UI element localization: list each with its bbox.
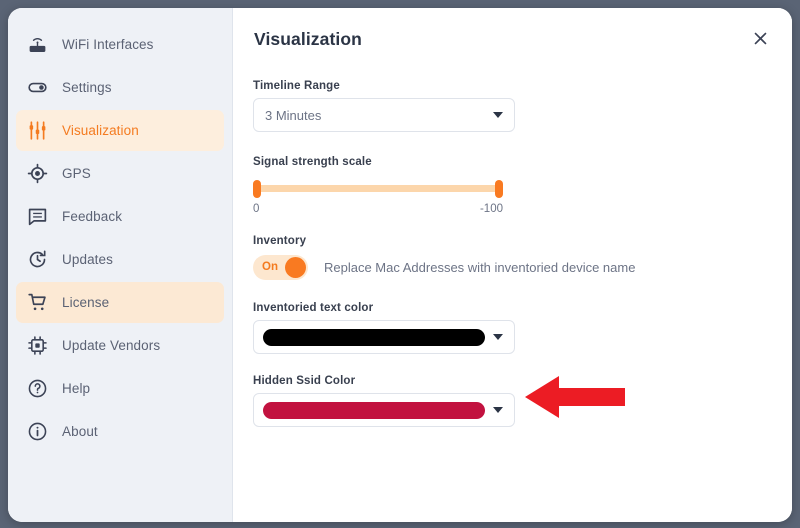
- info-circle-icon: [26, 421, 48, 443]
- color-swatch: [263, 402, 485, 419]
- sidebar-item-label: License: [62, 295, 109, 310]
- inventory-toggle-state: On: [262, 255, 278, 280]
- sidebar-item-license[interactable]: License: [16, 282, 224, 323]
- sidebar-item-wifi-interfaces[interactable]: WiFi Interfaces: [16, 24, 224, 65]
- sidebar-item-label: Visualization: [62, 123, 139, 138]
- timeline-range-group: Timeline Range 3 Minutes: [253, 80, 772, 132]
- sidebar-item-gps[interactable]: GPS: [16, 153, 224, 194]
- inventory-toggle[interactable]: On: [253, 255, 308, 280]
- app-window: WiFi Interfaces Settings: [8, 8, 792, 522]
- sidebar-item-label: Update Vendors: [62, 338, 160, 353]
- slider-handle-max[interactable]: [495, 180, 503, 198]
- sidebar-item-about[interactable]: About: [16, 411, 224, 452]
- router-icon: [26, 34, 48, 56]
- toggle-knob: [285, 257, 306, 278]
- sidebar-item-updates[interactable]: Updates: [16, 239, 224, 280]
- hidden-ssid-color-group: Hidden Ssid Color: [253, 375, 772, 427]
- slider-min-label: 0: [253, 203, 259, 215]
- sidebar-item-feedback[interactable]: Feedback: [16, 196, 224, 237]
- sidebar-item-label: GPS: [62, 166, 91, 181]
- slider-track: [257, 185, 499, 192]
- sidebar-item-update-vendors[interactable]: Update Vendors: [16, 325, 224, 366]
- crosshair-icon: [26, 163, 48, 185]
- signal-strength-label: Signal strength scale: [253, 156, 772, 168]
- sidebar-item-label: Feedback: [62, 209, 122, 224]
- sidebar-item-label: Settings: [62, 80, 112, 95]
- chevron-down-icon: [493, 334, 503, 340]
- color-swatch: [263, 329, 485, 346]
- signal-strength-slider[interactable]: [253, 176, 503, 200]
- timeline-range-select[interactable]: 3 Minutes: [253, 98, 515, 132]
- sidebar-item-label: WiFi Interfaces: [62, 37, 154, 52]
- inventoried-text-color-select[interactable]: [253, 320, 515, 354]
- sliders-icon: [26, 120, 48, 142]
- chevron-down-icon: [493, 407, 503, 413]
- chip-icon: [26, 335, 48, 357]
- toggle-switch-icon: [26, 77, 48, 99]
- inventoried-text-color-label: Inventoried text color: [253, 302, 772, 314]
- inventory-description: Replace Mac Addresses with inventoried d…: [324, 260, 635, 275]
- hidden-ssid-color-label: Hidden Ssid Color: [253, 375, 772, 387]
- sidebar-item-label: About: [62, 424, 98, 439]
- timeline-range-label: Timeline Range: [253, 80, 772, 92]
- sidebar-item-label: Help: [62, 381, 90, 396]
- shopping-cart-icon: [26, 292, 48, 314]
- inventoried-text-color-group: Inventoried text color: [253, 302, 772, 354]
- slider-max-label: -100: [480, 203, 503, 215]
- question-circle-icon: [26, 378, 48, 400]
- page-title: Visualization: [254, 29, 772, 50]
- content-panel: Visualization Timeline Range 3 Minutes S…: [233, 8, 792, 522]
- timeline-range-value: 3 Minutes: [265, 108, 321, 123]
- inventory-group: Inventory On Replace Mac Addresses with …: [253, 235, 772, 280]
- hidden-ssid-color-select[interactable]: [253, 393, 515, 427]
- sidebar-item-settings[interactable]: Settings: [16, 67, 224, 108]
- sidebar-item-label: Updates: [62, 252, 113, 267]
- slider-scale-labels: 0 -100: [253, 203, 503, 215]
- slider-handle-min[interactable]: [253, 180, 261, 198]
- chevron-down-icon: [493, 112, 503, 118]
- message-icon: [26, 206, 48, 228]
- sidebar-item-help[interactable]: Help: [16, 368, 224, 409]
- inventory-label: Inventory: [253, 235, 772, 247]
- inventory-toggle-row: On Replace Mac Addresses with inventorie…: [253, 255, 772, 280]
- close-icon[interactable]: [746, 24, 774, 52]
- signal-strength-group: Signal strength scale 0 -100: [253, 156, 772, 215]
- sidebar-item-visualization[interactable]: Visualization: [16, 110, 224, 151]
- sidebar: WiFi Interfaces Settings: [8, 8, 233, 522]
- refresh-clock-icon: [26, 249, 48, 271]
